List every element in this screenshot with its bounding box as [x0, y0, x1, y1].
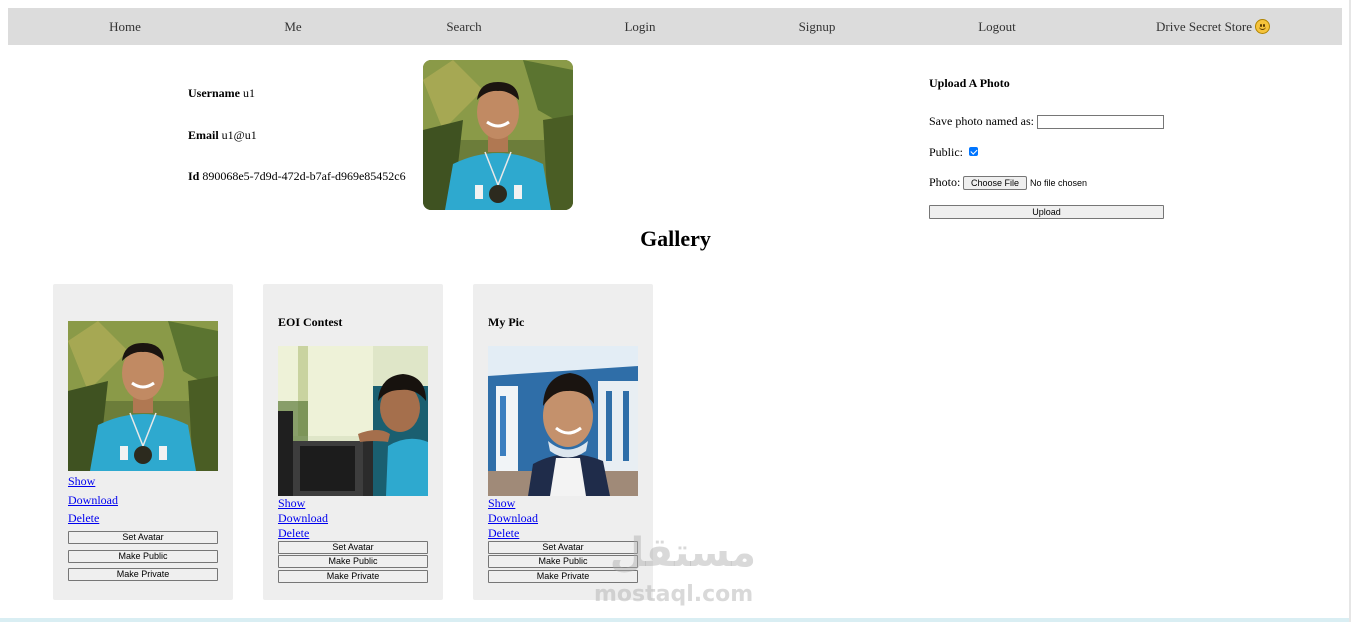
nav-me-link[interactable]: Me — [284, 8, 301, 45]
delete-link[interactable]: Delete — [68, 511, 99, 526]
smiley-face-icon — [1255, 19, 1271, 34]
gallery-photo-contest — [278, 346, 428, 496]
id-value: 890068e5-7d9d-472d-b7af-d969e85452c6 — [202, 169, 406, 183]
download-link[interactable]: Download — [488, 511, 538, 526]
nav-logout-link[interactable]: Logout — [978, 8, 1016, 45]
nav-login-link[interactable]: Login — [624, 8, 655, 45]
choose-file-button[interactable]: Choose File — [963, 176, 1027, 190]
make-private-button[interactable]: Make Private — [68, 568, 218, 581]
upload-button[interactable]: Upload — [929, 205, 1164, 219]
photo-file-label: Photo: — [929, 175, 961, 189]
nav-search-link[interactable]: Search — [446, 8, 481, 45]
gallery-card: Show Download Delete Set Avatar Make Pub… — [53, 284, 233, 600]
username-value: u1 — [242, 86, 255, 100]
delete-link[interactable]: Delete — [278, 526, 309, 541]
upload-photo-heading: Upload A Photo — [929, 76, 1010, 90]
public-label: Public: — [929, 145, 964, 159]
set-avatar-button[interactable]: Set Avatar — [68, 531, 218, 544]
email-value: u1@u1 — [221, 128, 257, 142]
no-file-chosen-text: No file chosen — [1030, 178, 1088, 188]
photo-name-input[interactable] — [1037, 115, 1164, 129]
make-public-button[interactable]: Make Public — [278, 555, 428, 568]
profile-avatar-photo — [423, 60, 573, 210]
gallery-photo-portrait — [68, 321, 218, 471]
nav-drive-secret-store-link[interactable]: Drive Secret Store — [1155, 8, 1271, 45]
username-label: Username — [188, 86, 240, 100]
mostaql-watermark: مستقل mostaql.com — [594, 530, 764, 610]
set-avatar-button[interactable]: Set Avatar — [278, 541, 428, 554]
show-link[interactable]: Show — [278, 496, 305, 511]
bottom-strip — [0, 618, 1351, 622]
card-title: EOI Contest — [278, 315, 343, 329]
photo-name-label: Save photo named as: — [929, 114, 1034, 128]
card-title: My Pic — [488, 315, 525, 329]
email-row: Email u1@u1 — [188, 128, 257, 143]
public-checkbox[interactable] — [969, 147, 978, 156]
make-public-button[interactable]: Make Public — [68, 550, 218, 563]
download-link[interactable]: Download — [278, 511, 328, 526]
show-link[interactable]: Show — [68, 474, 95, 489]
gallery-photo-selfie — [488, 346, 638, 496]
id-row: Id 890068e5-7d9d-472d-b7af-d969e85452c6 — [188, 169, 406, 184]
show-link[interactable]: Show — [488, 496, 515, 511]
watermark-arabic-text: مستقل — [609, 530, 756, 576]
email-label: Email — [188, 128, 219, 142]
watermark-latin-text: mostaql.com — [594, 582, 754, 607]
username-row: Username u1 — [188, 86, 255, 101]
nav-home-link[interactable]: Home — [109, 8, 141, 45]
delete-link[interactable]: Delete — [488, 526, 519, 541]
navbar: Home Me Search Login Signup Logout Drive… — [8, 8, 1342, 45]
make-private-button[interactable]: Make Private — [278, 570, 428, 583]
nav-drive-secret-store-label: Drive Secret Store — [1155, 19, 1253, 34]
gallery-card: EOI Contest Show Download Delete Set Ava… — [263, 284, 443, 600]
id-label: Id — [188, 169, 200, 183]
gallery-heading: Gallery — [640, 226, 711, 251]
nav-signup-link[interactable]: Signup — [799, 8, 836, 45]
download-link[interactable]: Download — [68, 493, 118, 508]
